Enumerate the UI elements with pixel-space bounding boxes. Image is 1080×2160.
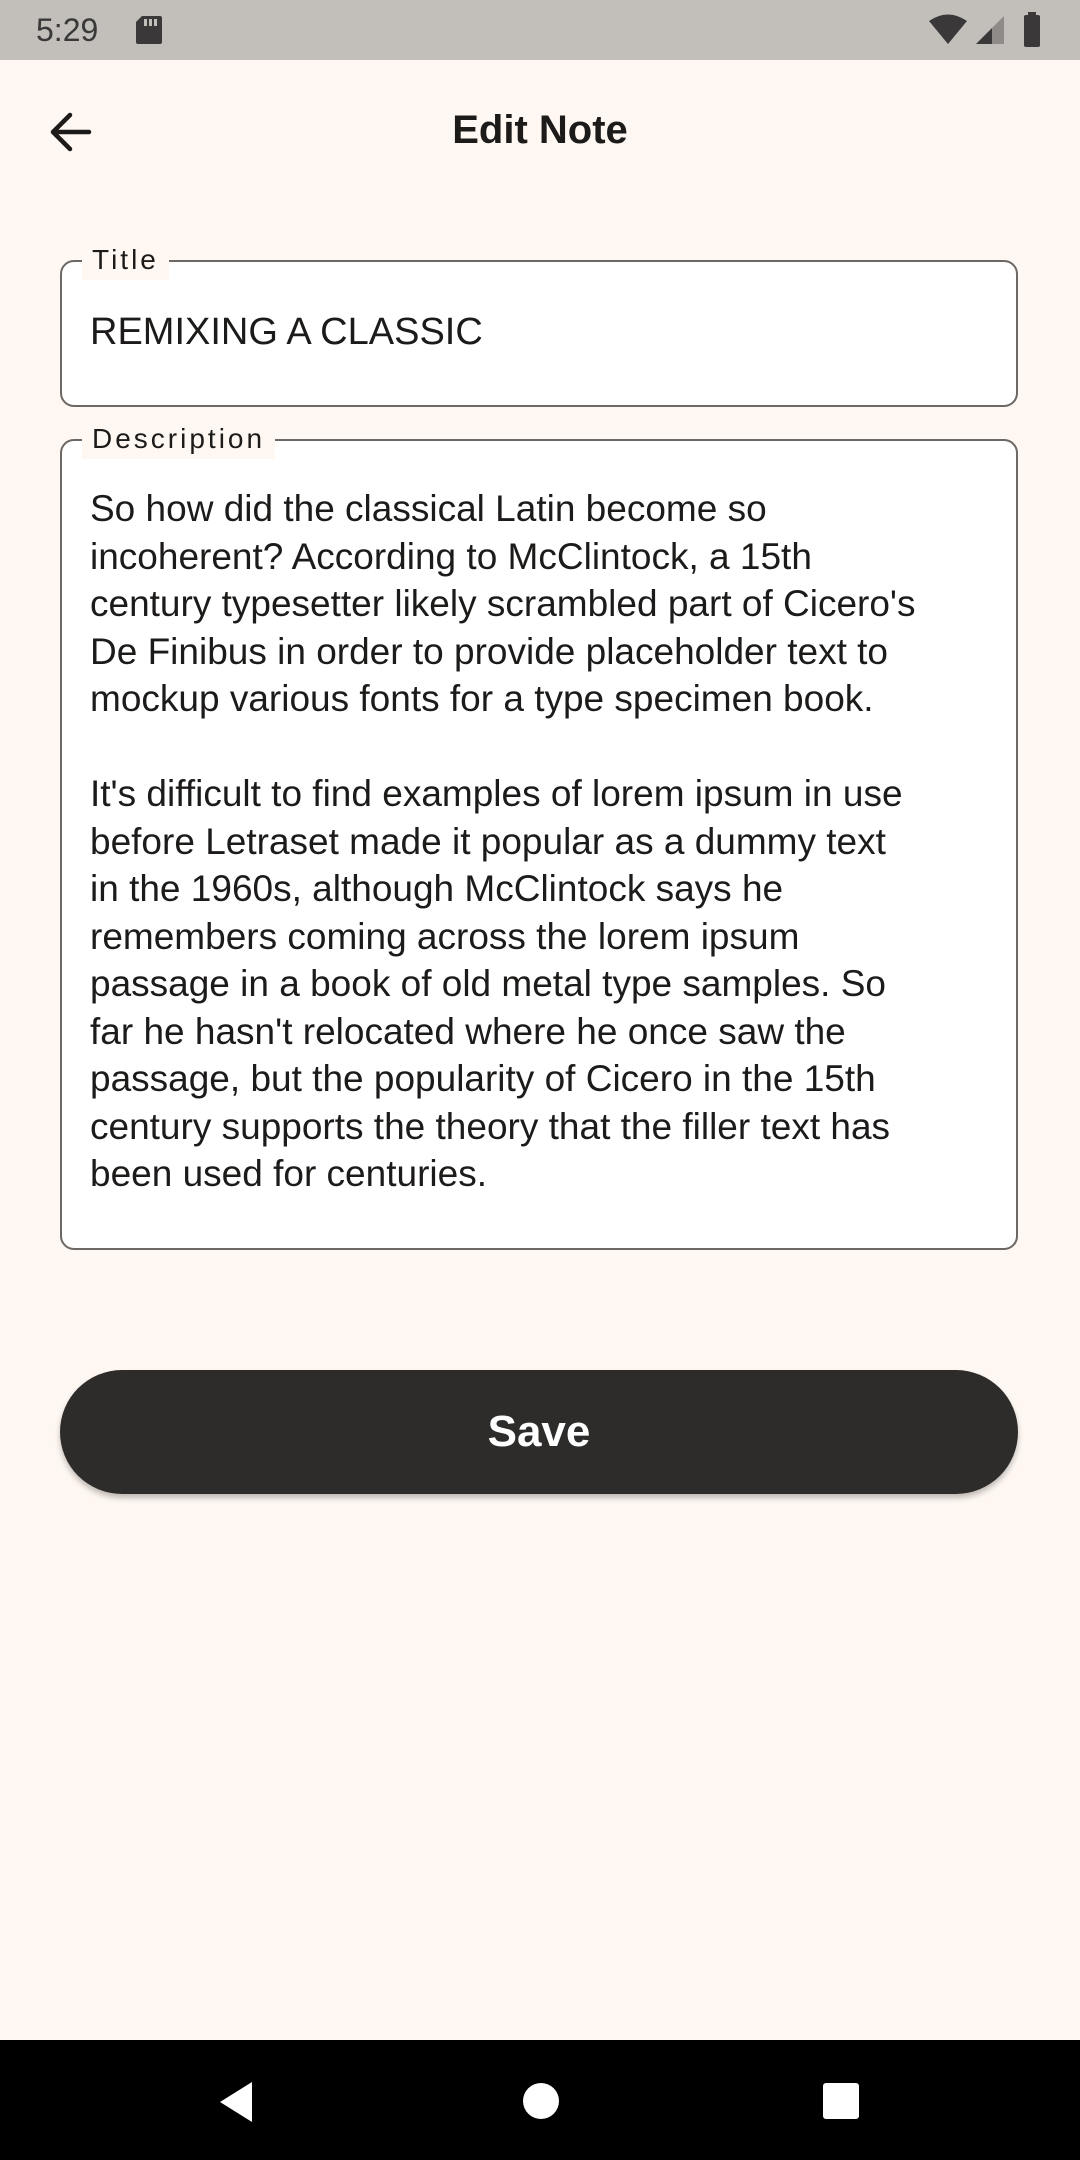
description-input[interactable]: So how did the classical Latin become so…: [90, 485, 988, 1198]
title-field[interactable]: Title REMIXING A CLASSIC: [60, 240, 1018, 407]
top-app-bar: Edit Note: [0, 60, 1080, 200]
cell-signal-icon: [976, 16, 1004, 44]
nav-recents-icon[interactable]: [822, 2082, 860, 2120]
description-field[interactable]: Description So how did the classical Lat…: [60, 419, 1018, 1250]
title-field-label: Title: [82, 240, 169, 280]
status-bar: 5:29: [0, 0, 1080, 60]
wifi-icon: [929, 14, 967, 44]
sd-card-icon: [136, 16, 162, 44]
status-time: 5:29: [36, 12, 99, 48]
title-input[interactable]: REMIXING A CLASSIC: [90, 308, 988, 356]
save-button[interactable]: Save: [60, 1370, 1018, 1494]
battery-icon: [1024, 12, 1040, 47]
page-title: Edit Note: [452, 108, 628, 152]
back-button[interactable]: [34, 96, 106, 168]
nav-back-icon[interactable]: [216, 2080, 256, 2124]
arrow-back-icon: [50, 112, 92, 152]
system-navigation-bar: [0, 2040, 1080, 2160]
description-field-label: Description: [82, 419, 276, 459]
nav-home-icon[interactable]: [522, 2082, 560, 2120]
